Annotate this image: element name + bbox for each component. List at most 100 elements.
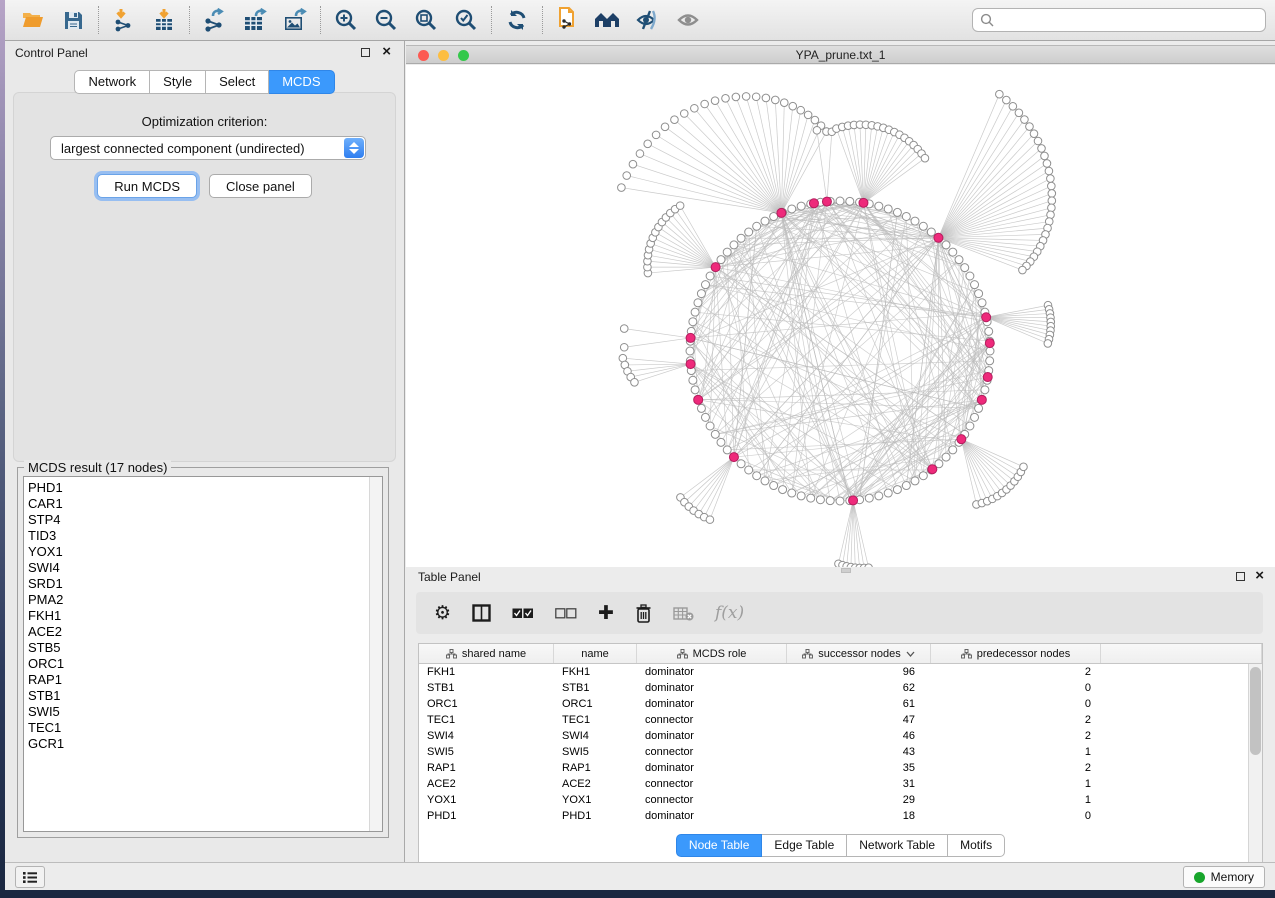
tab-select[interactable]: Select xyxy=(206,70,269,94)
list-item[interactable]: STB1 xyxy=(28,688,382,704)
toolbar-separator xyxy=(98,6,99,34)
control-panel: Control Panel × Network Style Select MCD… xyxy=(5,41,405,862)
plus-icon: ✚ xyxy=(598,604,614,623)
gear-icon: ⚙ xyxy=(434,604,451,623)
save-session-button[interactable] xyxy=(53,2,93,38)
export-image-button[interactable] xyxy=(275,2,315,38)
list-item[interactable]: SWI4 xyxy=(28,560,382,576)
zoom-out-icon xyxy=(374,8,398,32)
clone-network-icon xyxy=(556,7,580,33)
table-row[interactable]: ORC1ORC1dominator610 xyxy=(419,696,1248,712)
delete-table-button[interactable] xyxy=(673,598,694,628)
close-panel-icon[interactable]: × xyxy=(1255,568,1264,584)
import-table-button[interactable] xyxy=(144,2,184,38)
float-panel-icon[interactable] xyxy=(1236,572,1245,581)
attribute-type-icon xyxy=(961,649,972,659)
list-item[interactable]: PMA2 xyxy=(28,592,382,608)
network-window-titlebar[interactable]: YPA_prune.txt_1 xyxy=(406,45,1275,64)
tab-motifs[interactable]: Motifs xyxy=(948,834,1005,857)
column-header-predecessor-nodes[interactable]: predecessor nodes xyxy=(931,644,1101,663)
table-row[interactable]: RAP1RAP1dominator352 xyxy=(419,760,1248,776)
tab-style[interactable]: Style xyxy=(150,70,206,94)
deselect-all-button[interactable] xyxy=(555,598,577,628)
close-panel-icon[interactable]: × xyxy=(382,44,391,60)
zoom-selected-button[interactable] xyxy=(446,2,486,38)
toolbar-separator xyxy=(189,6,190,34)
table-settings-button[interactable]: ⚙ xyxy=(434,598,451,628)
column-header-name[interactable]: name xyxy=(554,644,637,663)
list-item[interactable]: STP4 xyxy=(28,512,382,528)
control-panel-tabs: Network Style Select MCDS xyxy=(5,70,404,94)
table-row[interactable]: SWI4SWI4dominator462 xyxy=(419,728,1248,744)
column-header-mcds-role[interactable]: MCDS role xyxy=(637,644,787,663)
eye-slash-icon xyxy=(635,9,661,31)
network-canvas[interactable] xyxy=(406,65,1275,567)
list-item[interactable]: GCR1 xyxy=(28,736,382,752)
select-all-button[interactable] xyxy=(512,598,534,628)
table-row[interactable]: PHD1PHD1dominator180 xyxy=(419,808,1248,824)
optimization-criterion-select[interactable]: largest connected component (undirected) xyxy=(50,136,366,160)
table-row[interactable]: STB1STB1dominator620 xyxy=(419,680,1248,696)
eye-icon xyxy=(675,9,701,31)
list-item[interactable]: TID3 xyxy=(28,528,382,544)
network-graph[interactable] xyxy=(406,65,1275,567)
list-item[interactable]: ORC1 xyxy=(28,656,382,672)
export-network-button[interactable] xyxy=(195,2,235,38)
table-row[interactable]: SWI5SWI5connector431 xyxy=(419,744,1248,760)
refresh-button[interactable] xyxy=(497,2,537,38)
network-overview-button[interactable] xyxy=(588,2,628,38)
list-scrollbar[interactable] xyxy=(369,477,382,831)
mcds-result-list[interactable]: PHD1 CAR1 STP4 TID3 YOX1 SWI4 SRD1 PMA2 … xyxy=(23,476,383,832)
open-file-button[interactable] xyxy=(13,2,53,38)
column-header-shared-name[interactable]: shared name xyxy=(419,644,554,663)
table-row[interactable]: ACE2ACE2connector311 xyxy=(419,776,1248,792)
tab-edge-table[interactable]: Edge Table xyxy=(762,834,847,857)
list-item[interactable]: STB5 xyxy=(28,640,382,656)
attribute-type-icon xyxy=(677,649,688,659)
add-column-button[interactable]: ✚ xyxy=(598,598,614,628)
list-item[interactable]: YOX1 xyxy=(28,544,382,560)
table-row[interactable]: YOX1YOX1connector291 xyxy=(419,792,1248,808)
list-item[interactable]: FKH1 xyxy=(28,608,382,624)
list-item[interactable]: SRD1 xyxy=(28,576,382,592)
table-row[interactable]: FKH1FKH1dominator962 xyxy=(419,664,1248,680)
table-panel-title: Table Panel xyxy=(418,570,481,584)
function-builder-button[interactable]: f(x) xyxy=(715,598,744,628)
list-item[interactable]: RAP1 xyxy=(28,672,382,688)
clone-network-button[interactable] xyxy=(548,2,588,38)
zoom-in-button[interactable] xyxy=(326,2,366,38)
export-network-icon xyxy=(203,8,227,32)
search-input[interactable] xyxy=(998,10,1265,30)
tab-node-table[interactable]: Node Table xyxy=(676,834,763,857)
table-row[interactable]: TEC1TEC1connector472 xyxy=(419,712,1248,728)
list-item[interactable]: CAR1 xyxy=(28,496,382,512)
float-panel-icon[interactable] xyxy=(361,48,370,57)
list-item[interactable]: TEC1 xyxy=(28,720,382,736)
tab-network-table[interactable]: Network Table xyxy=(847,834,948,857)
zoom-in-icon xyxy=(334,8,358,32)
chevron-down-icon xyxy=(906,651,915,657)
column-header-successor-nodes[interactable]: successor nodes xyxy=(787,644,931,663)
dropdown-stepper-icon xyxy=(344,138,364,158)
hide-selected-button[interactable] xyxy=(628,2,668,38)
tab-network[interactable]: Network xyxy=(74,70,150,94)
task-history-button[interactable] xyxy=(15,866,45,888)
status-bar: Memory xyxy=(5,862,1275,890)
list-item[interactable]: PHD1 xyxy=(28,480,382,496)
show-all-button[interactable] xyxy=(668,2,708,38)
close-panel-button[interactable]: Close panel xyxy=(209,174,312,198)
list-item[interactable]: SWI5 xyxy=(28,704,382,720)
attribute-type-icon xyxy=(446,649,457,659)
delete-column-button[interactable] xyxy=(635,598,652,628)
tab-mcds[interactable]: MCDS xyxy=(269,70,334,94)
scrollbar-thumb[interactable] xyxy=(1250,667,1261,755)
run-mcds-button[interactable]: Run MCDS xyxy=(97,174,197,198)
zoom-fit-button[interactable] xyxy=(406,2,446,38)
show-columns-button[interactable] xyxy=(472,598,491,628)
list-item[interactable]: ACE2 xyxy=(28,624,382,640)
memory-button[interactable]: Memory xyxy=(1183,866,1265,888)
import-network-button[interactable] xyxy=(104,2,144,38)
houses-icon xyxy=(594,9,622,31)
zoom-out-button[interactable] xyxy=(366,2,406,38)
export-table-button[interactable] xyxy=(235,2,275,38)
